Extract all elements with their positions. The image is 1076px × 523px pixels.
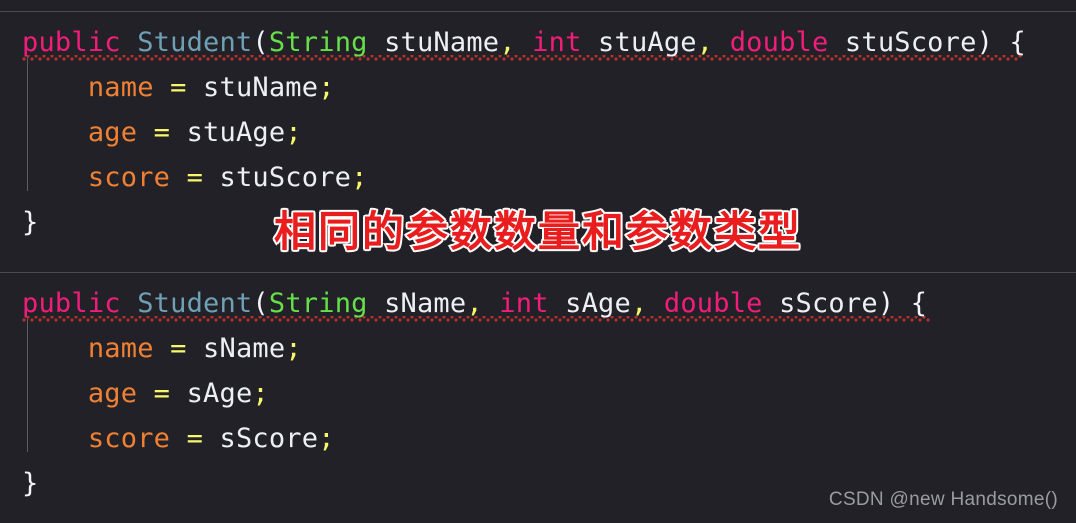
code-token: score [87,423,171,454]
code-line[interactable]: name = sName; [22,334,302,364]
code-token: name [87,333,154,364]
code-token: score [87,162,171,193]
code-token: = [153,72,204,103]
code-token: stuName [203,72,319,103]
code-block-constructor-s[interactable]: public Student(String sName, int sAge, d… [0,273,1076,523]
code-token: , [499,27,516,58]
code-line[interactable]: age = sAge; [22,379,269,409]
code-token: ( [252,288,269,319]
code-line[interactable]: public Student(String sName, int sAge, d… [22,289,927,319]
code-screenshot: public Student(String stuName, int stuAg… [0,0,1076,523]
code-line[interactable]: public Student(String stuName, int stuAg… [22,28,1026,58]
code-token: sAge [548,288,631,319]
code-token: sName [367,288,467,319]
code-token: } [22,468,39,499]
code-line[interactable]: score = stuScore; [22,163,368,193]
code-token: stuScore [219,162,352,193]
code-token: = [170,162,220,193]
code-token: = [137,117,187,148]
code-token: String [268,27,368,58]
watermark-text: CSDN @new Handsome() [828,489,1058,510]
code-token: Student [137,27,253,58]
code-token: double [729,27,829,58]
code-token: ) { [877,288,928,319]
code-token: ; [285,117,302,148]
code-token: ; [318,423,335,454]
code-token: , [466,288,483,319]
code-token: stuName [367,27,500,58]
code-token: , [696,27,714,58]
code-token: = [153,333,204,364]
code-token: sName [203,333,286,364]
code-token: double [663,288,763,319]
code-token: sAge [186,378,253,409]
code-token: ; [252,378,269,409]
code-line[interactable]: name = stuName; [22,73,335,103]
code-token: ( [252,27,269,58]
code-token: stuScore [828,27,977,58]
code-token: , [630,288,648,319]
code-token: int [532,27,582,58]
annotation-text: 相同的参数数量和参数类型 [272,206,802,258]
code-token: Student [137,288,253,319]
code-token: age [87,117,138,148]
code-line[interactable]: score = sScore; [22,424,335,454]
code-token: public [22,288,121,319]
code-token: = [137,378,187,409]
code-token: ; [318,72,335,103]
code-token: int [499,288,549,319]
code-token: ; [351,162,368,193]
code-token: ) { [976,27,1026,58]
code-token: ; [285,333,302,364]
code-token: sScore [762,288,878,319]
code-line[interactable]: } [22,469,38,499]
code-token: public [22,27,121,58]
code-token: sScore [219,423,319,454]
code-token: String [268,288,368,319]
code-token: age [87,378,138,409]
code-token: name [87,72,154,103]
code-token: stuAge [581,27,697,58]
code-line[interactable]: age = stuAge; [22,118,302,148]
code-token: stuAge [186,117,286,148]
code-token: = [170,423,220,454]
